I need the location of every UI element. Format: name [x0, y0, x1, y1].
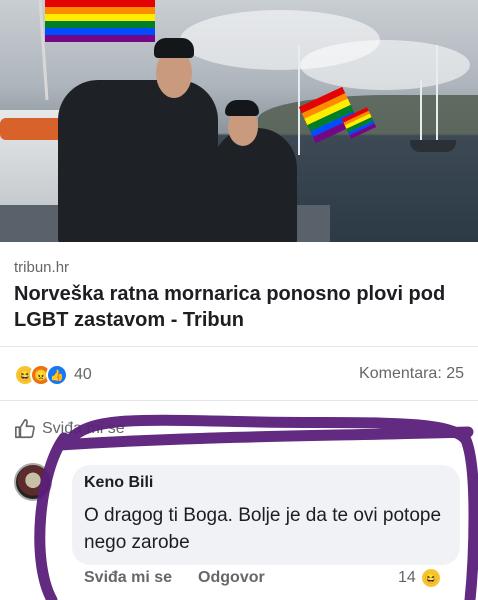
haha-icon: 😆	[419, 567, 442, 589]
reactions-summary[interactable]: 😆 😠 👍 40	[14, 364, 92, 386]
comment-text: O dragog ti Boga. Bolje je da te ovi pot…	[84, 505, 442, 553]
thumbs-up-icon	[15, 419, 35, 439]
comment-reply-button[interactable]: Odgovor	[198, 569, 265, 587]
article-source[interactable]: tribun.hr	[14, 259, 69, 276]
mast	[420, 80, 422, 145]
comment-like-button[interactable]: Sviđa mi se	[84, 569, 172, 587]
rainbow-flag	[45, 0, 155, 42]
comment-actions: Sviđa mi se Odgovor	[84, 569, 265, 587]
comment-author[interactable]: Keno Bili	[84, 474, 153, 492]
cloud	[300, 40, 470, 90]
like-button[interactable]: Sviđa mi se	[14, 418, 125, 440]
mast	[298, 45, 300, 155]
like-icon: 👍	[46, 364, 68, 386]
like-label: Sviđa mi se	[42, 420, 125, 437]
article-photo[interactable]	[0, 0, 478, 242]
divider	[0, 346, 478, 347]
comment-reaction-count: 14	[398, 569, 416, 586]
mast	[436, 45, 438, 145]
sailor-cap	[154, 38, 194, 58]
sailor	[58, 80, 218, 242]
comment-reactions[interactable]: 14 😆	[398, 567, 442, 589]
divider	[0, 400, 478, 401]
avatar[interactable]	[14, 463, 52, 501]
sailor-cap	[225, 100, 259, 116]
article-headline[interactable]: Norveška ratna mornarica ponosno plovi p…	[14, 281, 464, 333]
sailboat	[410, 140, 456, 152]
reaction-count: 40	[74, 366, 92, 383]
comments-count[interactable]: Komentara: 25	[359, 365, 464, 383]
sailor	[212, 128, 297, 242]
